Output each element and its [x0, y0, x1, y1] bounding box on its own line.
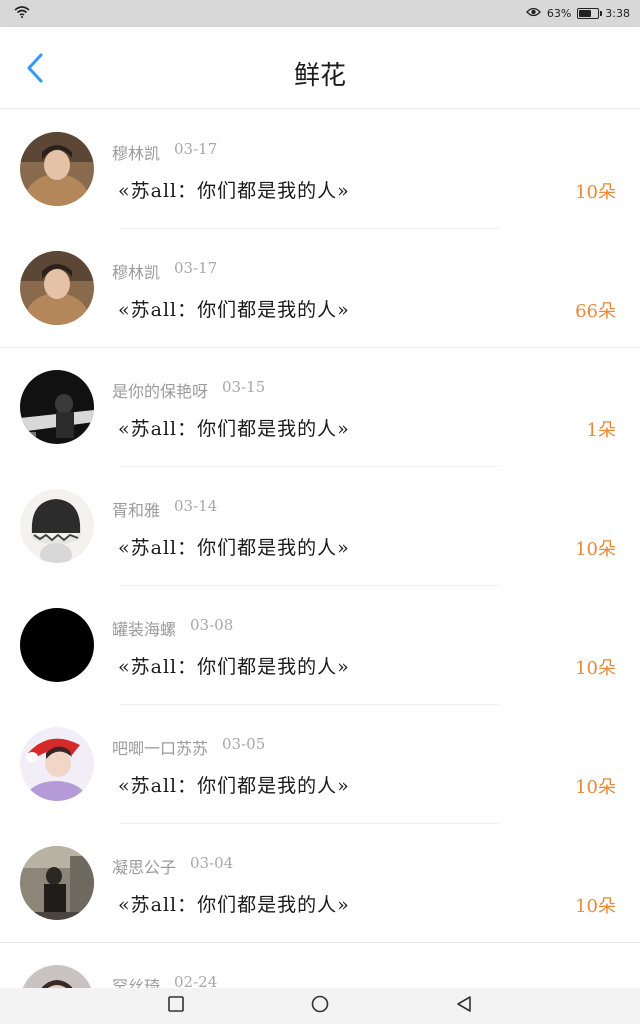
avatar[interactable] [20, 370, 94, 444]
username: 穆林凯 [112, 263, 161, 282]
username: 穆林凯 [112, 144, 161, 163]
list-item[interactable]: 罕丝琦 02-24 [0, 943, 640, 988]
list-item[interactable]: 凝思公子 03-04 «苏all：你们都是我的人» 10朵 [0, 824, 640, 943]
gift-message: «苏all：你们都是我的人» [118, 656, 350, 678]
eye-icon [525, 7, 541, 20]
gift-message: «苏all：你们都是我的人» [118, 418, 350, 440]
flower-count: 66朵 [575, 301, 616, 322]
gift-date: 02-24 [174, 973, 218, 988]
avatar[interactable] [20, 846, 94, 920]
gift-date: 03-15 [222, 378, 266, 396]
gift-message: «苏all：你们都是我的人» [118, 299, 350, 321]
gift-message: «苏all：你们都是我的人» [118, 775, 350, 797]
username: 罕丝琦 [112, 977, 161, 988]
page-title: 鲜花 [293, 61, 346, 91]
list-item[interactable]: 胥和雅 03-14 «苏all：你们都是我的人» 10朵 [0, 467, 640, 586]
wifi-icon [14, 6, 30, 21]
status-bar: 63% 3:38 [0, 0, 640, 27]
list-item[interactable]: 罐装海螺 03-08 «苏all：你们都是我的人» 10朵 [0, 586, 640, 705]
gift-date: 03-17 [174, 140, 218, 158]
flower-count: 1朵 [586, 420, 616, 441]
username: 罐装海螺 [112, 620, 177, 639]
list-item[interactable]: 穆林凯 03-17 «苏all：你们都是我的人» 10朵 [0, 110, 640, 229]
gift-meta: 罐装海螺 03-08 [112, 616, 233, 640]
gift-date: 03-17 [174, 259, 218, 277]
gift-message: «苏all：你们都是我的人» [118, 180, 350, 202]
flower-count: 10朵 [575, 182, 616, 203]
flower-count: 10朵 [575, 777, 616, 798]
gift-meta: 胥和雅 03-14 [112, 497, 217, 521]
list-item[interactable]: 是你的保艳呀 03-15 «苏all：你们都是我的人» 1朵 [0, 348, 640, 467]
gift-date: 03-14 [174, 497, 218, 515]
square-icon [168, 996, 184, 1016]
username: 是你的保艳呀 [112, 382, 209, 401]
clock: 3:38 [605, 7, 630, 20]
avatar[interactable] [20, 132, 94, 206]
flower-count: 10朵 [575, 896, 616, 917]
gift-meta: 凝思公子 03-04 [112, 854, 233, 878]
avatar[interactable] [20, 489, 94, 563]
gift-meta: 是你的保艳呀 03-15 [112, 378, 265, 402]
gift-meta: 穆林凯 03-17 [112, 259, 217, 283]
gift-message: «苏all：你们都是我的人» [118, 894, 350, 916]
gift-meta: 穆林凯 03-17 [112, 140, 217, 164]
avatar[interactable] [20, 608, 94, 682]
avatar[interactable] [20, 727, 94, 801]
battery-icon [577, 8, 603, 19]
flower-count: 10朵 [575, 539, 616, 560]
list-item[interactable]: 吧唧一口苏苏 03-05 «苏all：你们都是我的人» 10朵 [0, 705, 640, 824]
gift-meta: 吧唧一口苏苏 03-05 [112, 735, 265, 759]
header: 鲜花 [0, 27, 640, 109]
gift-meta: 罕丝琦 02-24 [112, 973, 217, 988]
username: 凝思公子 [112, 858, 177, 877]
recent-apps-button[interactable] [166, 996, 186, 1016]
gift-message: «苏all：你们都是我的人» [118, 537, 350, 559]
system-back-button[interactable] [454, 996, 474, 1016]
avatar[interactable] [20, 965, 94, 988]
gift-date: 03-04 [190, 854, 234, 872]
avatar[interactable] [20, 251, 94, 325]
home-button[interactable] [310, 995, 330, 1017]
gift-date: 03-05 [222, 735, 266, 753]
list-item[interactable]: 穆林凯 03-17 «苏all：你们都是我的人» 66朵 [0, 229, 640, 348]
gift-list: 穆林凯 03-17 «苏all：你们都是我的人» 10朵 穆林凯 03-17 «… [0, 110, 640, 988]
flower-count: 10朵 [575, 658, 616, 679]
battery-percent: 63% [546, 7, 572, 20]
system-nav-bar [0, 988, 640, 1024]
username: 胥和雅 [112, 501, 161, 520]
status-right: 63% 3:38 [525, 7, 630, 20]
triangle-back-icon [456, 995, 472, 1017]
circle-icon [311, 995, 329, 1017]
username: 吧唧一口苏苏 [112, 739, 209, 758]
gift-date: 03-08 [190, 616, 234, 634]
